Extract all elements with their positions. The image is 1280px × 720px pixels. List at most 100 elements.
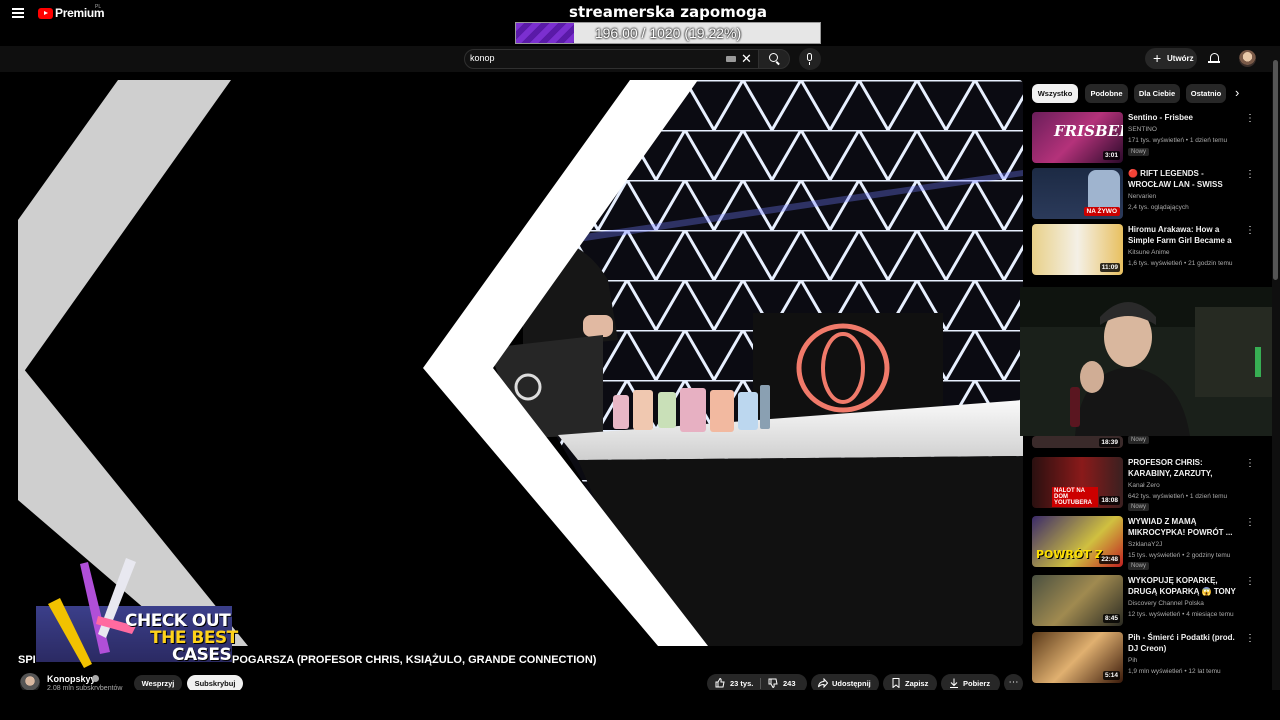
more-options-icon[interactable]: ⋮	[1245, 225, 1255, 236]
channel-name[interactable]: Kanał Zero	[1128, 482, 1160, 489]
video-thumbnail[interactable]: 8:45	[1032, 575, 1123, 626]
list-item[interactable]: NALOT NA DOM YOUTUBERA 18:08 PROFESOR CH…	[1032, 457, 1242, 511]
video-meta: 2,4 tys. oglądających	[1128, 204, 1189, 211]
bookmark-icon	[892, 678, 900, 688]
video-title-start: SPI	[18, 654, 36, 666]
search-icon	[769, 53, 778, 62]
create-button[interactable]: + Utwórz	[1145, 48, 1197, 69]
video-meta: 1,6 tys. wyświetleń • 21 godzin temu	[1128, 260, 1233, 267]
like-divider	[760, 678, 761, 689]
channel-name[interactable]: Nervarien	[1128, 193, 1156, 200]
save-label: Zapisz	[905, 679, 929, 688]
list-item[interactable]: 11:09 Hiromu Arakawa: How a Simple Farm …	[1032, 224, 1242, 278]
goal-progress-text: 196.00 / 1020 (19.22%)	[594, 25, 742, 41]
logo-country: PL	[95, 4, 102, 10]
bell-icon[interactable]	[1208, 53, 1220, 63]
more-options-icon[interactable]: ⋮	[1245, 517, 1255, 528]
new-badge: Nowy	[1128, 436, 1150, 444]
share-icon	[818, 678, 828, 688]
list-item[interactable]: FRISBEE 3:01 Sentino - Frisbee SENTINO 1…	[1032, 112, 1242, 166]
mic-icon	[807, 53, 812, 61]
thumbnail-text: NALOT NA DOM YOUTUBERA	[1052, 487, 1098, 507]
thumb-up-icon[interactable]	[715, 678, 725, 688]
video-duration: 8:45	[1102, 614, 1120, 623]
video-duration: 18:39	[1099, 438, 1120, 447]
list-item[interactable]: 8:45 WYKOPUJĘ KOPARKĘ, DRUGĄ KOPARKĄ 😱 T…	[1032, 575, 1242, 629]
search-input[interactable]	[464, 49, 760, 69]
chip-all[interactable]: Wszystko	[1032, 84, 1078, 103]
video-title[interactable]: Pih - Śmierć i Podatki (prod. DJ Creon)	[1128, 632, 1242, 654]
menu-icon[interactable]	[12, 8, 24, 18]
video-frame	[18, 80, 1023, 646]
chip-related[interactable]: Podobne	[1085, 84, 1128, 103]
video-meta: 642 tys. wyświetleń • 1 dzień temu	[1128, 493, 1228, 500]
verified-icon	[92, 675, 99, 682]
download-icon	[950, 678, 958, 688]
video-thumbnail[interactable]: FRISBEE 3:01	[1032, 112, 1123, 163]
channel-name[interactable]: SzklanaY2J	[1128, 541, 1162, 548]
video-title-end: POGARSZA (PROFESOR CHRIS, KSIĄŻULO, GRAN…	[232, 654, 597, 666]
video-duration: 3:01	[1102, 151, 1120, 160]
video-meta: 171 tys. wyświetleń • 1 dzień temu	[1128, 137, 1228, 144]
avatar[interactable]	[1239, 50, 1256, 67]
more-options-icon[interactable]: ⋮	[1245, 169, 1255, 180]
video-player[interactable]	[18, 80, 1023, 646]
bottom-bar	[0, 690, 1280, 720]
chip-recent[interactable]: Ostatnio	[1186, 84, 1226, 103]
scrollbar-thumb[interactable]	[1273, 60, 1278, 280]
video-thumbnail[interactable]: 5:14	[1032, 632, 1123, 683]
video-title[interactable]: Hiromu Arakawa: How a Simple Farm Girl B…	[1128, 224, 1242, 246]
video-meta: 12 tys. wyświetleń • 4 miesiące temu	[1128, 611, 1234, 618]
chip-for-you[interactable]: Dla Ciebie	[1134, 84, 1180, 103]
list-item[interactable]: 5:14 Pih - Śmierć i Podatki (prod. DJ Cr…	[1032, 632, 1242, 686]
webcam-feed	[1020, 287, 1280, 436]
video-title[interactable]: 🔴 RIFT LEGENDS - WROCŁAW LAN - SWISS STA…	[1128, 168, 1242, 190]
like-count[interactable]: 23 tys.	[730, 679, 753, 688]
channel-name[interactable]: SENTINO	[1128, 126, 1157, 133]
share-label: Udostępnij	[832, 679, 871, 688]
promo-line-3: CASES	[172, 645, 232, 665]
video-meta: 15 tys. wyświetleń • 2 godziny temu	[1128, 552, 1231, 559]
video-thumbnail[interactable]: NA ŻYWO	[1032, 168, 1123, 219]
mic-stand	[809, 62, 811, 65]
channel-name[interactable]: Pih	[1128, 657, 1137, 664]
list-item[interactable]: 18:39 Nowy	[1032, 436, 1242, 448]
dislike-count[interactable]: 243	[783, 679, 796, 688]
channel-name[interactable]: Konopskyy	[47, 674, 96, 684]
new-badge: Nowy	[1128, 562, 1150, 570]
video-duration: 18:08	[1099, 496, 1120, 505]
video-thumbnail[interactable]: POWRÓT Z 22:48	[1032, 516, 1123, 567]
more-options-icon[interactable]: ⋮	[1245, 633, 1255, 644]
list-item[interactable]: NA ŻYWO 🔴 RIFT LEGENDS - WROCŁAW LAN - S…	[1032, 168, 1242, 222]
video-thumbnail[interactable]: NALOT NA DOM YOUTUBERA 18:08	[1032, 457, 1123, 508]
more-options-icon[interactable]: ⋮	[1245, 458, 1255, 469]
channel-name[interactable]: Kitsune Anime	[1128, 249, 1170, 256]
create-label: Utwórz	[1167, 54, 1194, 63]
video-duration: 5:14	[1102, 671, 1120, 680]
video-meta: 1,9 mln wyświetleń • 12 lat temu	[1128, 668, 1221, 675]
new-badge: Nowy	[1128, 148, 1150, 156]
video-title[interactable]: PROFESOR CHRIS: KARABINY, ZARZUTY, ZNALE…	[1128, 457, 1242, 479]
video-title[interactable]: WYWIAD Z MAMĄ MIKROCYPKA! POWRÓT ...	[1128, 516, 1242, 538]
search-value[interactable]: konop	[470, 53, 495, 63]
thumb-down-icon[interactable]	[768, 678, 778, 688]
thumbnail-text: POWRÓT Z	[1036, 548, 1103, 561]
video-title[interactable]: WYKOPUJĘ KOPARKĘ, DRUGĄ KOPARKĄ 😱 TONY W…	[1128, 575, 1242, 597]
video-thumbnail[interactable]: 18:39	[1032, 436, 1123, 448]
live-badge: NA ŻYWO	[1083, 207, 1120, 216]
list-item[interactable]: POWRÓT Z 22:48 WYWIAD Z MAMĄ MIKROCYPKA!…	[1032, 516, 1242, 570]
goal-progress-bar: 196.00 / 1020 (19.22%)	[515, 22, 821, 44]
more-options-icon[interactable]: ⋮	[1245, 113, 1255, 124]
video-thumbnail[interactable]: 11:09	[1032, 224, 1123, 275]
channel-name[interactable]: Discovery Channel Polska	[1128, 600, 1204, 607]
streamer-figure	[1088, 170, 1120, 210]
goal-title: streamerska zapomoga	[569, 3, 767, 21]
video-title[interactable]: Sentino - Frisbee	[1128, 112, 1242, 123]
thumbnail-text: FRISBEE	[1054, 122, 1123, 140]
keyboard-icon[interactable]	[726, 56, 736, 62]
download-label: Pobierz	[963, 679, 991, 688]
clear-search-icon[interactable]: ✕	[741, 52, 752, 65]
video-duration: 22:48	[1099, 555, 1120, 564]
chevron-right-icon[interactable]: ›	[1235, 86, 1239, 100]
more-options-icon[interactable]: ⋮	[1245, 576, 1255, 587]
